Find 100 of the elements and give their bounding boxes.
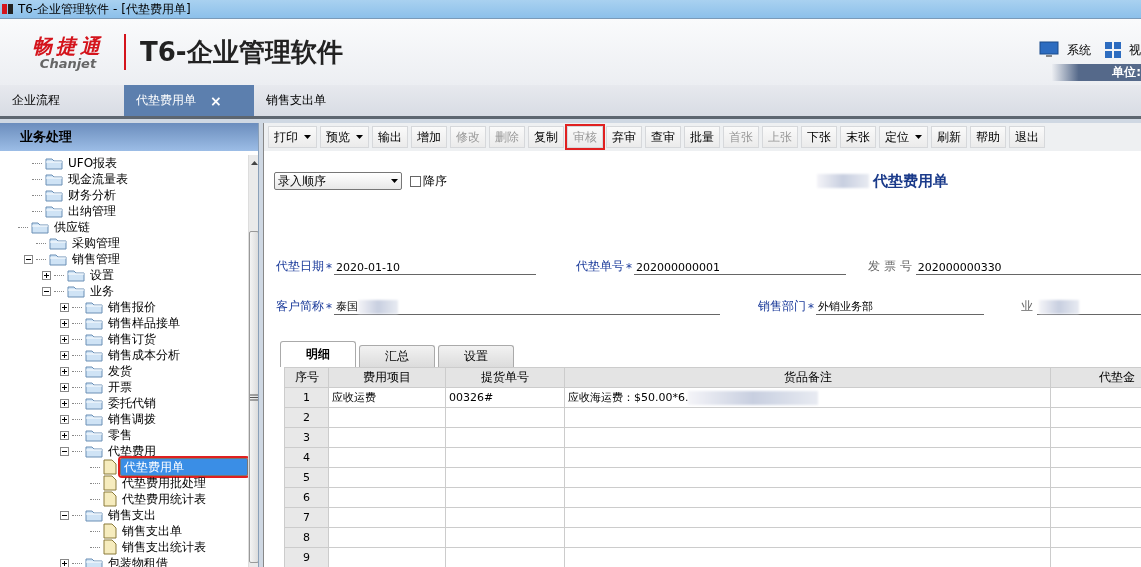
scrollbar[interactable]: [248, 155, 258, 567]
toolbar-button[interactable]: 帮助: [970, 126, 1006, 148]
tree-item[interactable]: 销售报价: [106, 298, 158, 316]
brand-logo: 畅捷通: [32, 34, 104, 57]
tree-item[interactable]: 销售订货: [106, 330, 158, 348]
expand-icon[interactable]: [42, 270, 51, 280]
folder-icon: [85, 508, 103, 522]
tree-item[interactable]: 销售支出: [106, 506, 158, 524]
toolbar-button[interactable]: 退出: [1009, 126, 1045, 148]
toolbar-button[interactable]: 刷新: [931, 126, 967, 148]
document-icon: [103, 459, 117, 475]
expand-icon[interactable]: [60, 318, 69, 328]
expand-icon[interactable]: [60, 430, 69, 440]
toolbar-button[interactable]: 定位: [879, 126, 928, 148]
menu-item[interactable]: 视: [1129, 41, 1141, 59]
close-icon[interactable]: ×: [210, 92, 222, 109]
monitor-icon[interactable]: [1039, 41, 1059, 59]
tab[interactable]: 销售支出单: [254, 85, 378, 116]
checkbox[interactable]: [410, 175, 421, 187]
folder-icon: [85, 444, 103, 458]
tree-item[interactable]: 采购管理: [70, 234, 122, 252]
menu-item[interactable]: 系统: [1067, 41, 1091, 59]
collapse-icon[interactable]: [60, 446, 69, 456]
caret-icon[interactable]: [304, 135, 311, 139]
expand-icon[interactable]: [60, 350, 69, 360]
column-header: 提货单号: [445, 367, 565, 388]
tree-item[interactable]: 代垫费用批处理: [120, 474, 208, 492]
tree-item[interactable]: 开票: [106, 378, 134, 396]
caret-icon[interactable]: [356, 135, 363, 139]
form-title: 代垫费用单: [873, 171, 948, 191]
tree-item[interactable]: 委托代销: [106, 394, 158, 412]
toolbar-button[interactable]: 复制: [528, 126, 564, 148]
document-icon: [103, 475, 117, 491]
expand-icon[interactable]: [60, 302, 69, 312]
tree-item[interactable]: 出纳管理: [66, 202, 118, 220]
tree-item[interactable]: 销售调拨: [106, 410, 158, 428]
input-field[interactable]: [1037, 300, 1141, 315]
caret-icon[interactable]: [391, 179, 398, 183]
folder-icon: [85, 348, 103, 362]
input-field[interactable]: 外销业务部: [816, 299, 984, 315]
window-title: T6-企业管理软件 - [代垫费用单]: [18, 0, 191, 18]
tree-item[interactable]: 销售支出统计表: [120, 538, 208, 556]
toolbar-button[interactable]: 查审: [645, 126, 681, 148]
tree-item[interactable]: 发货: [106, 362, 134, 380]
expand-icon[interactable]: [60, 334, 69, 344]
input-field[interactable]: 202000000330: [915, 261, 1141, 275]
input-field[interactable]: 202000000001: [634, 261, 846, 275]
expand-icon[interactable]: [60, 366, 69, 376]
toolbar-button[interactable]: 输出: [372, 126, 408, 148]
tab[interactable]: 汇总: [359, 345, 435, 367]
tree-item[interactable]: 代垫费用统计表: [120, 490, 208, 508]
tree-item[interactable]: 零售: [106, 426, 134, 444]
folder-icon: [49, 252, 67, 266]
tab[interactable]: 明细: [280, 341, 356, 367]
toolbar-button[interactable]: 下张: [801, 126, 837, 148]
expand-icon[interactable]: [60, 398, 69, 408]
toolbar-button[interactable]: 批量: [684, 126, 720, 148]
folder-icon: [31, 220, 49, 234]
row-number: 8: [303, 531, 310, 544]
collapse-icon[interactable]: [24, 254, 33, 264]
tab[interactable]: 企业流程: [0, 85, 124, 116]
expand-icon[interactable]: [60, 382, 69, 392]
tree-item[interactable]: 代垫费用: [106, 442, 158, 460]
row-number: 7: [303, 511, 310, 524]
row-number: 9: [303, 551, 310, 564]
folder-icon: [45, 156, 63, 170]
grid-icon[interactable]: [1105, 42, 1121, 58]
tree-item[interactable]: 供应链: [52, 218, 92, 236]
column-header: 代垫金: [1050, 367, 1141, 388]
toolbar-button[interactable]: 增加: [411, 126, 447, 148]
collapse-icon[interactable]: [42, 286, 51, 296]
sort-select[interactable]: 录入顺序: [274, 172, 402, 190]
tree-item[interactable]: 销售支出单: [120, 522, 184, 540]
tree-item[interactable]: 现金流量表: [66, 170, 130, 188]
toolbar-button[interactable]: 弃审: [606, 126, 642, 148]
tree-item[interactable]: 财务分析: [66, 186, 118, 204]
tab[interactable]: 代垫费用单 ×: [124, 85, 254, 116]
tree-item[interactable]: 业务: [88, 282, 116, 300]
collapse-icon[interactable]: [60, 510, 69, 520]
expand-icon[interactable]: [60, 558, 69, 567]
tree-item[interactable]: 销售样品接单: [106, 314, 182, 332]
toolbar-button[interactable]: 打印: [268, 126, 317, 148]
field-label: 客户简称: [276, 298, 324, 315]
toolbar-button[interactable]: 末张: [840, 126, 876, 148]
tree-item[interactable]: 销售成本分析: [106, 346, 182, 364]
caret-icon[interactable]: [915, 135, 922, 139]
tree-item[interactable]: 销售管理: [70, 250, 122, 268]
input-field[interactable]: 2020-01-10: [334, 261, 536, 275]
document-icon: [103, 491, 117, 507]
input-field[interactable]: 泰国: [334, 299, 720, 315]
field-label: 发 票 号: [868, 258, 912, 275]
toolbar-button[interactable]: 预览: [320, 126, 369, 148]
tree-item[interactable]: UFO报表: [66, 154, 120, 172]
scroll-up-icon[interactable]: [250, 161, 258, 165]
tree-item[interactable]: 设置: [88, 266, 116, 284]
folder-icon: [85, 428, 103, 442]
expand-icon[interactable]: [60, 414, 69, 424]
column-header: 序号: [284, 367, 329, 388]
row-number: 4: [303, 451, 310, 464]
tab[interactable]: 设置: [438, 345, 514, 367]
